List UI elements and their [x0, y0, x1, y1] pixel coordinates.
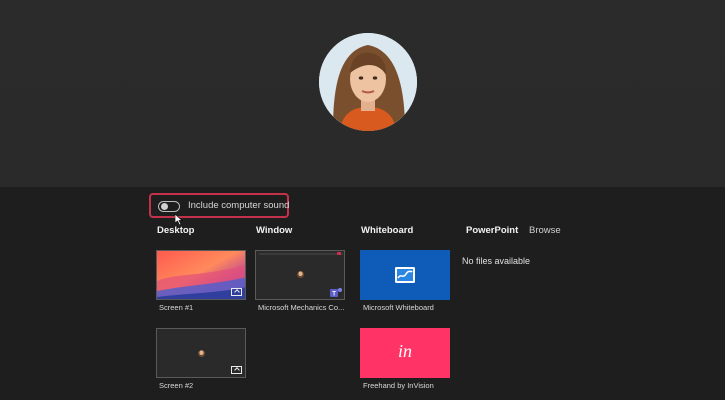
invision-tile[interactable]: in [360, 328, 450, 378]
presenter-avatar [319, 33, 417, 131]
mini-avatar-icon [198, 350, 205, 357]
svg-text:T: T [332, 292, 336, 298]
window-mechanics-tile[interactable]: T [255, 250, 345, 300]
section-powerpoint: PowerPoint [466, 225, 519, 236]
screen-1-label: Screen #1 [159, 303, 194, 312]
window-mechanics-label: Microsoft Mechanics Co... [258, 303, 345, 312]
section-desktop: Desktop [157, 225, 195, 236]
window-close-mark [337, 252, 341, 255]
powerpoint-empty-message: No files available [462, 256, 531, 266]
window-titlebar [259, 253, 343, 255]
share-screen-icon [231, 366, 242, 374]
computer-sound-label: Include computer sound [188, 200, 290, 211]
computer-sound-toggle[interactable] [158, 201, 180, 212]
invision-label: Freehand by InVision [363, 381, 434, 390]
section-window: Window [256, 225, 293, 236]
screen-1-tile[interactable] [156, 250, 246, 300]
teams-icon: T [330, 288, 342, 298]
share-screen-icon [231, 288, 242, 296]
computer-sound-highlight: Include computer sound [149, 193, 289, 218]
presenter-photo [319, 33, 417, 131]
whiteboard-icon [395, 267, 415, 283]
video-area [0, 0, 725, 187]
invision-logo: in [397, 341, 412, 361]
section-whiteboard: Whiteboard [361, 225, 414, 236]
screen-2-label: Screen #2 [159, 381, 194, 390]
mini-avatar-icon [297, 271, 304, 278]
toggle-knob [161, 203, 168, 210]
screen-2-tile[interactable] [156, 328, 246, 378]
microsoft-whiteboard-tile[interactable] [360, 250, 450, 300]
microsoft-whiteboard-label: Microsoft Whiteboard [363, 303, 434, 312]
browse-link[interactable]: Browse [529, 225, 561, 236]
